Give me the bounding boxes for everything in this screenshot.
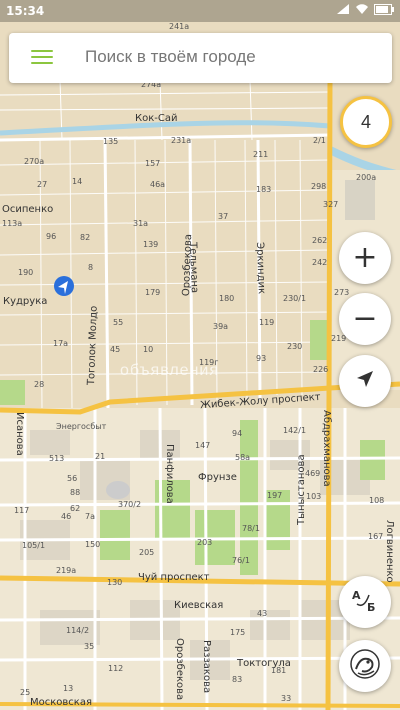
zoom-out-button[interactable]: − (339, 293, 391, 345)
search-bar[interactable]: Поиск в твоём городе (9, 33, 392, 83)
language-switch-icon: A Б (351, 587, 379, 617)
svg-text:Б: Б (367, 601, 375, 613)
my-location-button[interactable] (339, 355, 391, 407)
status-time: 15:34 (6, 4, 45, 18)
menu-icon[interactable] (31, 50, 53, 66)
mascot-icon (348, 647, 382, 685)
plus-icon: + (352, 240, 378, 275)
status-icons (336, 3, 394, 18)
battery-icon (374, 3, 394, 18)
wifi-icon (355, 3, 369, 18)
status-bar: 15:34 (0, 0, 400, 22)
minus-icon: − (352, 301, 378, 336)
zoom-level-value: 4 (360, 111, 371, 132)
signal-icon (336, 3, 350, 18)
zoom-in-button[interactable]: + (339, 232, 391, 284)
watermark: объявления (120, 362, 219, 379)
navigation-arrow-icon (354, 368, 376, 394)
zoom-level-indicator[interactable]: 4 (340, 96, 392, 148)
transliteration-button[interactable]: A Б (339, 576, 391, 628)
svg-text:A: A (352, 589, 361, 602)
mascot-button[interactable] (339, 640, 391, 692)
search-input[interactable]: Поиск в твоём городе (85, 47, 256, 67)
